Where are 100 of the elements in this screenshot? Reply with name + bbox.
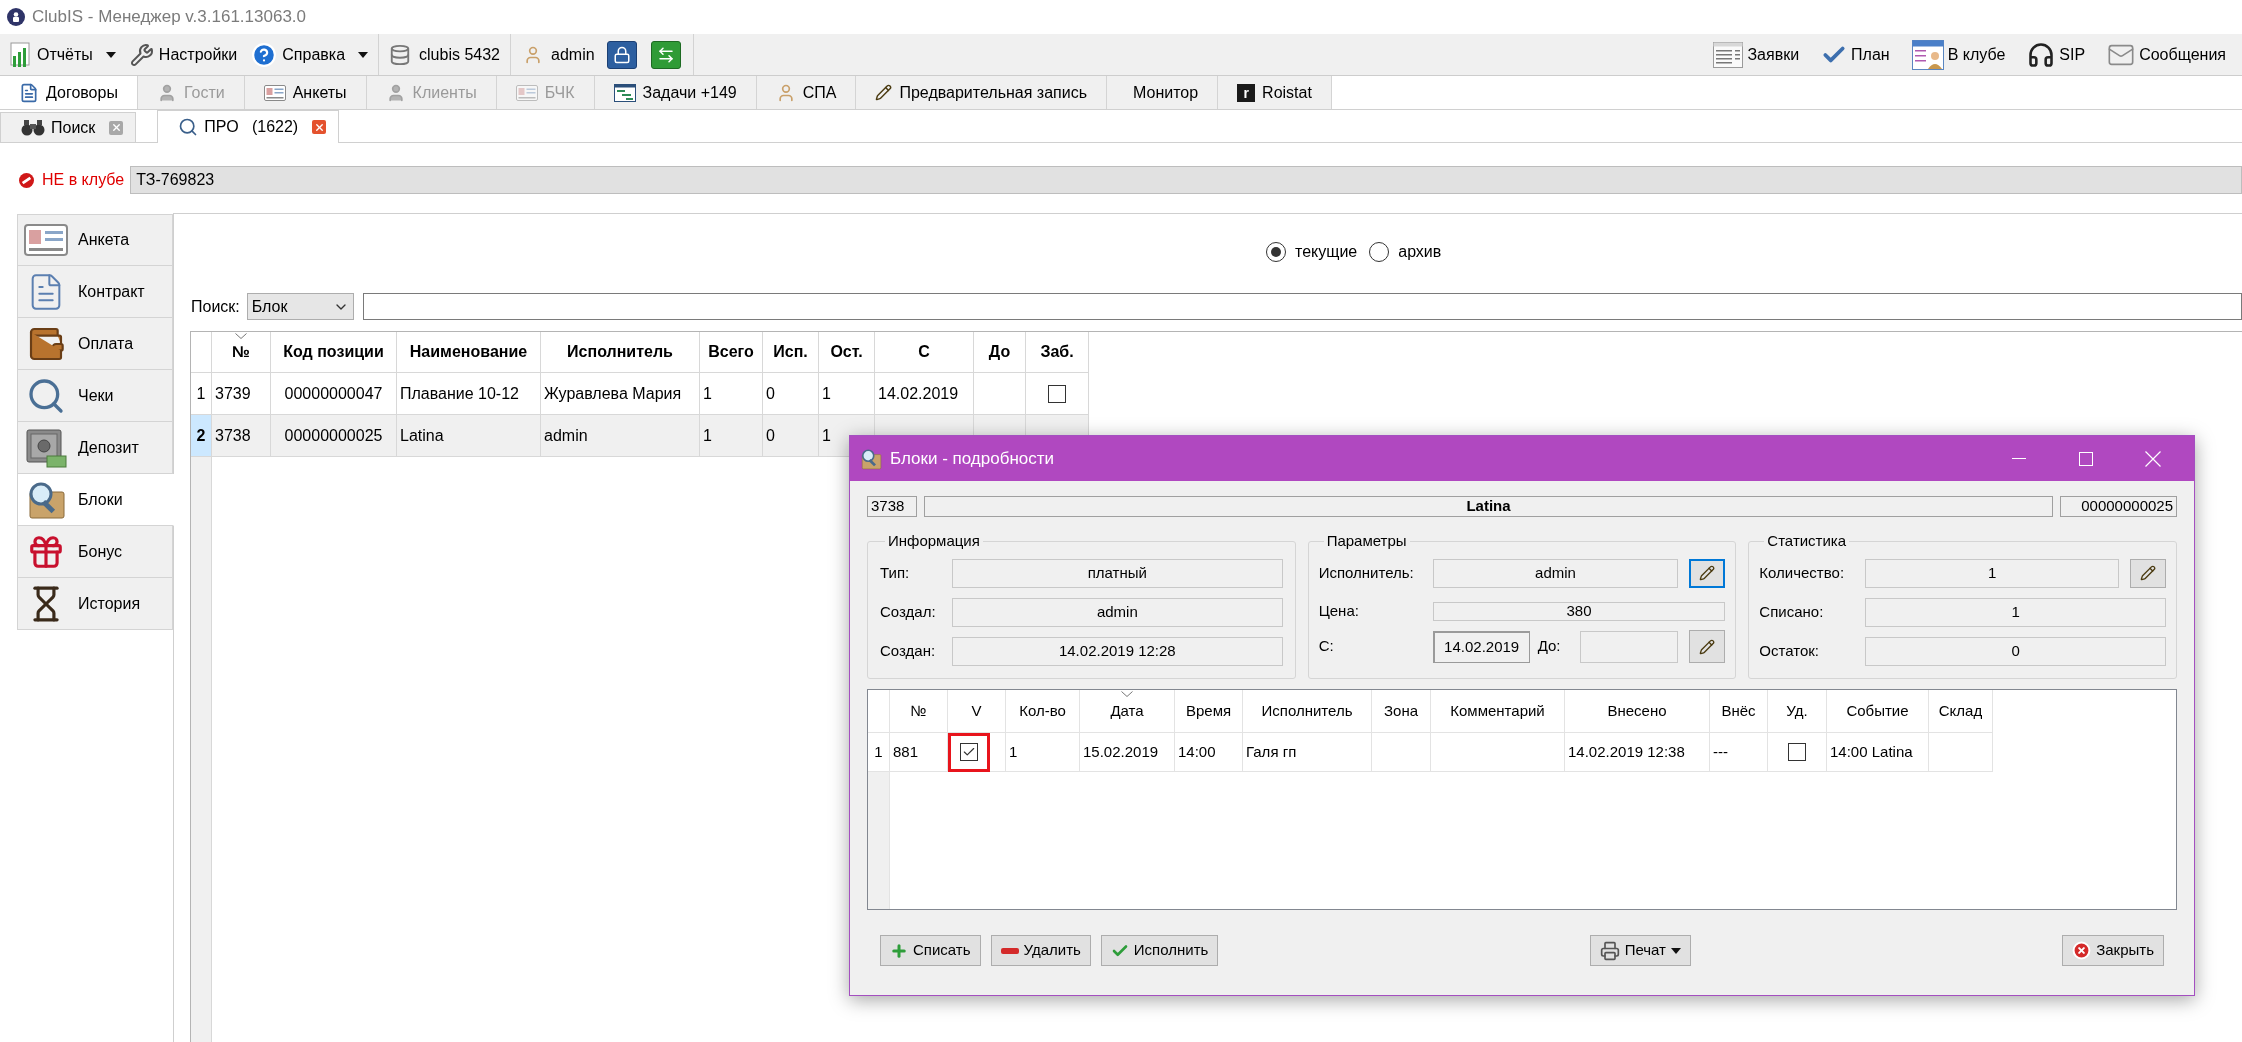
column-header[interactable]: Внёс [1710,690,1768,733]
toolbar-button[interactable]: Отчёты [6,37,118,72]
pencil-icon [875,84,893,101]
column-header[interactable]: Событие [1827,690,1929,733]
caret-icon [105,51,116,58]
tab[interactable]: Монитор [1107,76,1219,109]
sidebar-item[interactable]: Контракт [17,266,173,318]
plus-icon [890,941,908,960]
checkbox[interactable] [1788,743,1806,761]
column-header[interactable]: № [890,690,948,733]
header-corner-cell [868,690,890,733]
toolbar-button[interactable]: План [1821,41,1890,68]
row-header[interactable]: 2 [191,415,212,457]
column-header[interactable]: V [948,690,1006,733]
table-cell: 00000000047 [271,373,397,415]
edit-button[interactable] [2130,558,2166,588]
connection-label: clubis 5432 [419,44,500,65]
column-header[interactable]: Склад [1929,690,1993,733]
maximize-icon [2078,451,2093,466]
arrows-icon[interactable] [650,40,681,69]
table-cell: admin [541,415,700,457]
id-card-icon [515,84,538,101]
dialog-button[interactable]: Закрыть [2062,935,2164,966]
logo-icon: r [1237,83,1256,102]
sidebar-item[interactable]: Оплата [17,318,173,370]
toolbar-button[interactable]: В клубе [1911,39,2006,70]
column-header[interactable]: Зона [1372,690,1431,733]
edit-button[interactable] [1689,630,1726,663]
toolbar-button[interactable]: Заявки [1713,41,1800,68]
column-header[interactable]: Комментарий [1431,690,1565,733]
table-cell [1929,733,1993,772]
toolbar-button[interactable]: SIP [2027,40,2086,69]
value-field: 380 [1432,601,1726,621]
search-label: Поиск: [191,296,240,317]
column-header[interactable]: Исполнитель [1243,690,1372,733]
printer-icon [1599,940,1620,961]
column-header[interactable]: Кол-во [1006,690,1080,733]
toolbar-button[interactable]: Настройки [127,37,240,72]
table-cell: 15.02.2019 [1080,733,1175,772]
app-logo-icon [7,8,25,26]
dialog-button[interactable]: Печат [1589,935,1691,966]
tab[interactable]: Предварительная запись [856,76,1107,109]
table-cell: 881 [890,733,948,772]
checkmark-icon [962,745,976,759]
field-label: Списано: [1759,601,1825,622]
field-label: С: [1318,636,1335,657]
column-header[interactable]: Дата [1080,690,1175,733]
id-card-icon [263,84,286,101]
tab[interactable]: Задачи +149 [594,76,757,109]
field-label: До: [1537,636,1562,657]
table-cell: Плавание 10-12 [397,373,541,415]
sort-caret-icon [235,333,247,339]
search-type-dropdown[interactable]: Блок [246,293,354,320]
checkbox[interactable] [1048,384,1066,403]
radio-button[interactable] [1266,242,1286,262]
person-icon [523,44,543,65]
search-field[interactable] [362,293,2242,320]
sidebar-item[interactable]: Анкета [17,214,173,266]
dialog-button[interactable]: Удалить [990,935,1091,966]
caret-icon [358,51,369,58]
toolbar-button[interactable]: Сообщения [2107,40,2226,69]
sidebar-item[interactable]: История [17,578,173,630]
document-tab[interactable]: Поиск [0,112,137,142]
sidebar-item[interactable]: Блоки [17,474,174,526]
column-header[interactable]: Уд. [1768,690,1827,733]
value-field: 0 [1865,636,2166,666]
edit-button[interactable] [1689,558,1726,588]
table-cell: 0 [763,415,819,457]
dialog-button[interactable]: Исполнить [1100,935,1219,966]
gantt-chart-icon [613,83,636,102]
value-field: 1 [1865,597,2166,627]
close-icon[interactable] [312,120,327,134]
sidebar-item[interactable]: Депозит [17,422,173,474]
dialog-button[interactable]: Списать [880,935,981,966]
value-field: admin [952,597,1283,627]
field-label: Исполнитель: [1318,562,1415,583]
group-title: Параметры [1325,531,1408,551]
toolbar-button[interactable]: Справка [249,37,371,72]
table-cell: Latina [397,415,541,457]
column-header[interactable]: Время [1175,690,1243,733]
tab[interactable]: r Roistat [1218,76,1332,109]
table-cell: 1 [700,415,763,457]
user-name: admin [551,44,595,65]
checkbox[interactable] [960,743,978,761]
field-label: Создан: [880,640,937,661]
minus-icon [1000,947,1019,954]
group-title: Статистика [1766,531,1848,551]
column-header[interactable]: Внесено [1565,690,1710,733]
sidebar-item[interactable]: Чеки [17,370,173,422]
card-number-field: ТЗ-769823 [130,166,2242,194]
document-tab[interactable]: ПРО (1622) [157,110,340,143]
sort-caret-icon [1121,691,1133,697]
radio-button[interactable] [1369,242,1390,262]
field-label: Остаток: [1759,640,1820,661]
field-label: Количество: [1759,562,1846,583]
sidebar-item[interactable]: Бонус [17,526,173,578]
row-header[interactable]: 1 [191,373,212,415]
lock-icon[interactable] [606,40,637,69]
tab[interactable]: Анкеты [244,76,367,109]
tab[interactable]: СПА [756,76,857,109]
